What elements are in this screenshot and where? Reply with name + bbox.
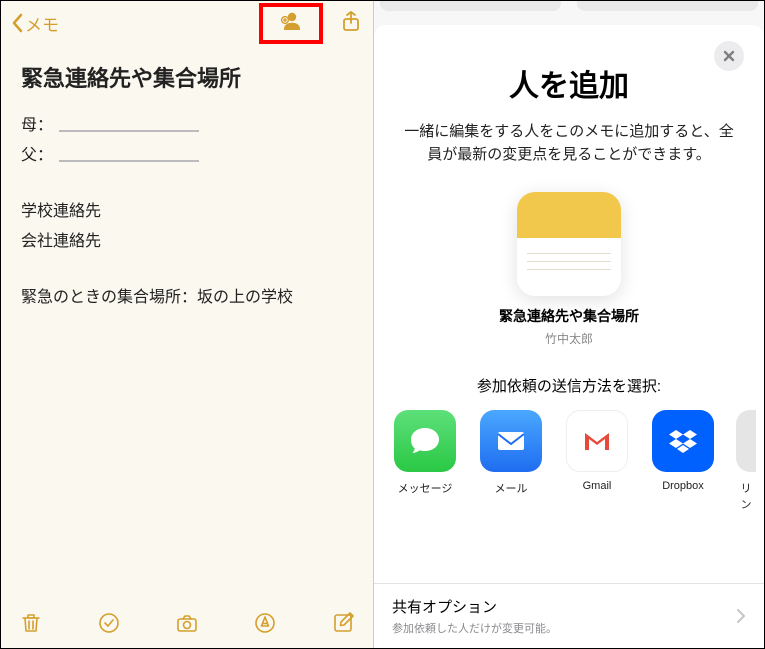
add-people-button[interactable] [279,9,303,38]
messages-icon [406,422,444,460]
note-line-father-value [59,144,199,162]
share-icon [339,9,363,33]
mail-icon [492,422,530,460]
note-content[interactable]: 緊急連絡先や集合場所 母： 父： 学校連絡先 会社連絡先 緊急のときの集合場所：… [1,45,373,598]
gmail-icon [578,422,616,460]
pencil-circle-icon [253,611,277,635]
checklist-button[interactable] [97,611,121,635]
note-line-meeting: 緊急のときの集合場所：坂の上の学校 [21,283,353,307]
send-method-label: 参加依頼の送信方法を選択: [374,375,764,396]
close-icon [722,49,736,63]
share-options-title: 共有オプション [392,596,557,617]
compose-button[interactable] [331,611,355,635]
chevron-right-icon [736,608,746,624]
draw-button[interactable] [253,611,277,635]
share-app-label: メッセージ [392,480,458,496]
share-app-link-partial[interactable]: リン [736,410,756,512]
sheet-title: 人を追加 [374,61,764,105]
highlight-add-people [259,3,323,44]
note-title: 緊急連絡先や集合場所 [21,61,353,93]
note-preview-icon [517,192,621,296]
share-app-label: Gmail [564,480,630,492]
editor-toolbar [1,598,373,648]
back-label: メモ [25,11,59,36]
share-app-label: メール [478,480,544,496]
check-circle-icon [97,611,121,635]
camera-icon [175,611,199,635]
share-app-label: リン [736,480,756,512]
share-button[interactable] [339,9,363,38]
trash-icon [19,611,43,635]
share-app-dropbox[interactable]: Dropbox [650,410,716,492]
note-line-father-label: 父： [21,141,53,165]
share-app-mail[interactable]: メール [478,410,544,496]
share-app-row: メッセージ メール Gmail Dropbox リン [374,410,764,528]
sheet-description: 一緒に編集をする人をこのメモに追加すると、全員が最新の変更点を見ることができます… [398,121,740,166]
share-sheet-pane: 人を追加 一緒に編集をする人をこのメモに追加すると、全員が最新の変更点を見ること… [373,1,764,648]
camera-button[interactable] [175,611,199,635]
share-options-row[interactable]: 共有オプション 参加依頼した人だけが変更可能。 [374,583,764,648]
shared-note-owner: 竹中太郎 [374,330,764,347]
editor-header-actions [259,3,363,44]
notes-editor-pane: メモ [1,1,373,648]
shared-note-name: 緊急連絡先や集合場所 [374,306,764,326]
compose-icon [331,611,355,635]
note-line-company: 会社連絡先 [21,227,353,251]
note-line-mother-value [59,114,199,132]
share-app-messages[interactable]: メッセージ [392,410,458,496]
share-options-subtitle: 参加依頼した人だけが変更可能。 [392,620,557,636]
share-sheet: 人を追加 一緒に編集をする人をこのメモに追加すると、全員が最新の変更点を見ること… [374,25,764,648]
add-people-icon [279,9,303,33]
trash-button[interactable] [19,611,43,635]
note-line-school: 学校連絡先 [21,197,353,221]
dropbox-icon [664,422,702,460]
sheet-stack-hint [374,1,764,19]
back-button[interactable]: メモ [11,11,59,36]
chevron-left-icon [11,13,25,33]
share-app-label: Dropbox [650,480,716,492]
note-line-mother-label: 母： [21,111,53,135]
close-button[interactable] [714,41,744,71]
share-app-gmail[interactable]: Gmail [564,410,630,492]
editor-header: メモ [1,1,373,45]
